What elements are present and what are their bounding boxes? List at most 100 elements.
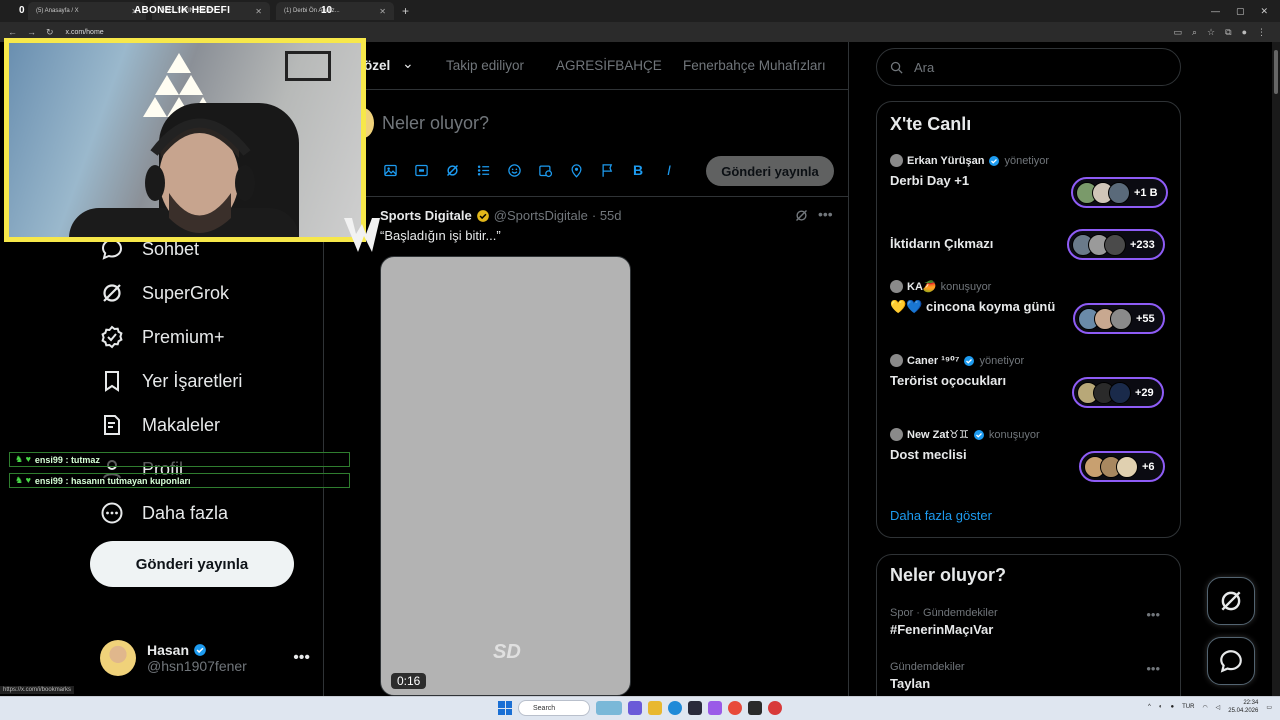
app-icon[interactable]	[748, 701, 762, 715]
location-icon[interactable]	[568, 162, 584, 178]
post-author-handle[interactable]: @SportsDigitale	[494, 208, 588, 223]
volume-icon[interactable]: ◁	[1216, 704, 1221, 711]
host-role: yönetiyor	[979, 354, 1025, 367]
more-icon[interactable]: •••	[818, 206, 833, 222]
messages-fab-button[interactable]	[1207, 637, 1255, 685]
browser-tab[interactable]: (5) Anasayfa / X ✕	[28, 2, 146, 20]
bookmark-star-icon[interactable]: ☆	[1207, 27, 1215, 38]
chat-line: ensi99 : hasanın tutmayan kuponları	[34, 475, 191, 486]
composer-post-button[interactable]: Gönderi yayınla	[706, 156, 834, 186]
trends-title: Neler oluyor?	[890, 565, 1007, 585]
extensions-icon[interactable]: ⧉	[1225, 27, 1231, 38]
search-placeholder: Ara	[914, 59, 935, 75]
new-tab-icon[interactable]: +	[402, 4, 409, 18]
webcam-overlay	[4, 38, 366, 242]
chat-badge-icon: ♞ ♥	[15, 454, 31, 464]
edge-icon[interactable]	[668, 701, 682, 715]
sidebar-item-premium[interactable]: Premium+	[100, 325, 225, 349]
gif-icon[interactable]	[413, 162, 429, 178]
post-video[interactable]: SD 0:16	[380, 256, 631, 696]
sidebar-item-articles[interactable]: Makaleler	[100, 413, 220, 437]
start-icon[interactable]	[498, 701, 512, 715]
emoji-icon[interactable]	[506, 162, 522, 178]
app-icon[interactable]	[708, 701, 722, 715]
image-icon[interactable]	[382, 162, 398, 178]
more-icon[interactable]: •••	[1146, 661, 1160, 676]
flag-icon[interactable]	[599, 162, 615, 178]
sidebar-item-bookmarks[interactable]: Yer İşaretleri	[100, 369, 242, 393]
post-button[interactable]: Gönderi yayınla	[90, 541, 294, 587]
grok-icon[interactable]	[794, 208, 809, 226]
tray-icon[interactable]: ◐	[1159, 704, 1163, 710]
reload-icon[interactable]: ↻	[46, 27, 54, 38]
app-icon[interactable]	[768, 701, 782, 715]
verified-icon	[101, 325, 123, 349]
more-icon[interactable]: •••	[293, 649, 310, 667]
scrollbar-thumb[interactable]	[1274, 50, 1278, 94]
profile-icon[interactable]: ●	[1242, 27, 1247, 38]
grok-fab-button[interactable]	[1207, 577, 1255, 625]
minimize-icon[interactable]: —	[1211, 6, 1220, 17]
sidebar-item-supergrok[interactable]: SuperGrok	[100, 281, 229, 305]
chrome-icon[interactable]	[728, 701, 742, 715]
live-title: X'te Canlı	[890, 114, 972, 134]
account-switcher[interactable]: Hasan @hsn1907fener •••	[100, 638, 310, 678]
listener-pill[interactable]: +29	[1072, 377, 1164, 408]
widget-icon[interactable]	[596, 701, 622, 715]
trend-item[interactable]: Gündemdekiler Taylan •••	[890, 661, 1170, 691]
back-icon[interactable]: ←	[8, 27, 17, 38]
account-handle: @hsn1907fener	[147, 658, 247, 674]
verified-gold-icon	[476, 209, 489, 222]
sidebar-item-more[interactable]: Daha fazla	[100, 501, 228, 525]
forward-icon[interactable]: →	[27, 27, 36, 38]
app-icon[interactable]	[628, 701, 642, 715]
listener-count: +55	[1136, 312, 1155, 325]
notification-icon[interactable]: ▭	[1266, 704, 1272, 711]
verified-badge-icon	[194, 644, 206, 656]
trend-category: Gündemdekiler	[890, 661, 965, 673]
scrollbar[interactable]	[1272, 42, 1280, 696]
listener-pill[interactable]: +1 B	[1071, 177, 1168, 208]
listener-avatar	[1110, 307, 1132, 330]
post-time[interactable]: · 55d	[592, 208, 622, 223]
browser-tab[interactable]: (1) Derbi Ön Analiz... ✕	[276, 2, 394, 20]
tray-icon[interactable]: ●	[1170, 704, 1174, 710]
chevron-down-icon[interactable]: ⌄	[402, 55, 414, 72]
listener-pill[interactable]: +55	[1073, 303, 1165, 334]
search-input[interactable]: Ara	[876, 48, 1181, 86]
composer-input[interactable]: Neler oluyor?	[382, 113, 489, 134]
listener-pill[interactable]: +233	[1067, 229, 1165, 260]
poll-icon[interactable]	[475, 162, 491, 178]
wifi-icon[interactable]: ◠	[1202, 704, 1207, 711]
zoom-icon[interactable]: ⌕	[1192, 27, 1197, 38]
grok-icon[interactable]	[444, 162, 460, 178]
chevron-up-icon[interactable]: ^	[1148, 704, 1151, 710]
close-icon[interactable]: ✕	[379, 7, 386, 16]
trend-item[interactable]: Spor · Gündemdekiler #FenerinMaçıVar •••	[890, 607, 1170, 637]
listener-pill[interactable]: +6	[1079, 451, 1165, 482]
language-indicator[interactable]: TUR	[1182, 704, 1194, 710]
close-window-icon[interactable]: ✕	[1260, 6, 1268, 17]
maximize-icon[interactable]: ▢	[1236, 6, 1245, 17]
schedule-icon[interactable]	[537, 162, 553, 178]
taskbar-search[interactable]: Search	[518, 700, 590, 716]
tab-list[interactable]: Fenerbahçe Muhafızları	[683, 58, 826, 73]
app-icon[interactable]	[688, 701, 702, 715]
more-icon[interactable]: •••	[1146, 607, 1160, 622]
close-icon[interactable]: ✕	[255, 7, 262, 16]
cast-icon[interactable]: ▭	[1173, 27, 1182, 38]
menu-icon[interactable]: ⋮	[1257, 27, 1266, 38]
wall-frame	[285, 51, 331, 81]
chat-line: ensi99 : tutmaz	[34, 454, 100, 465]
url-field[interactable]: x.com/home	[66, 29, 104, 36]
post-author-name[interactable]: Sports Digitale	[380, 208, 472, 223]
bold-icon[interactable]: B	[630, 162, 646, 178]
clock[interactable]: 22:34 25.04.2026	[1228, 699, 1258, 715]
host-name: Erkan Yürüşan	[907, 154, 985, 167]
italic-icon[interactable]: I	[661, 162, 677, 178]
verified-badge-icon	[973, 429, 984, 440]
file-explorer-icon[interactable]	[648, 701, 662, 715]
tab-following[interactable]: Takip ediliyor	[446, 58, 524, 73]
show-more-link[interactable]: Daha fazla göster	[890, 508, 992, 523]
tab-list[interactable]: AGRESİFBAHÇE	[556, 58, 662, 73]
